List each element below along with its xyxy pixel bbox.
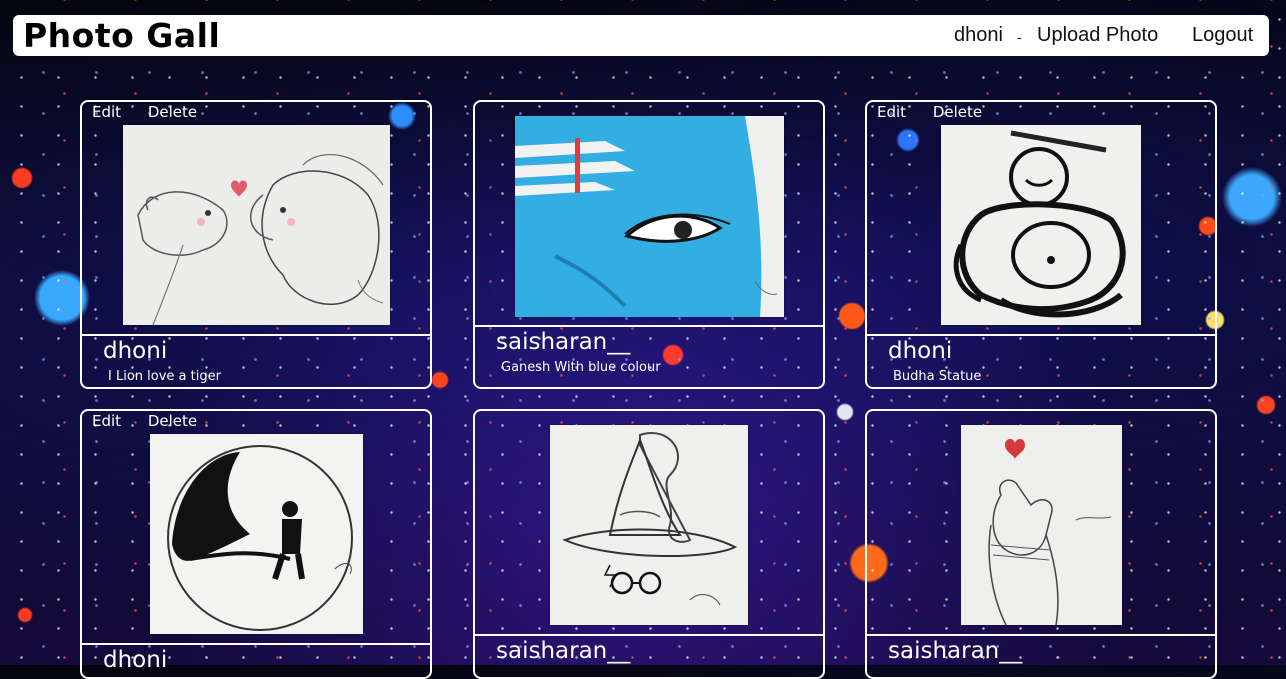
lion-sketch-drawing [123,125,390,325]
card-owner[interactable]: saisharan__ [496,329,630,355]
card-owner[interactable]: dhoni [888,338,952,364]
photo-card: saisharan__ Ganesh With blue colour [473,100,825,389]
finger-heart-drawing [961,425,1122,625]
sorting-hat-sketch-icon[interactable] [550,425,748,625]
edit-button[interactable]: Edit [92,103,121,121]
card-actions: Edit Delete [92,412,219,431]
blue-ganesh-painting-icon[interactable] [515,116,784,317]
card-footer: dhoni Budha Statue [867,334,1215,387]
nav-username[interactable]: dhoni [954,15,1003,55]
photo-card: saisharan__ [865,409,1217,679]
card-actions: Edit Delete [92,103,219,122]
delete-button[interactable]: Delete [148,412,197,430]
edit-button[interactable]: Edit [92,412,121,430]
buddha-sketch-drawing [941,125,1141,325]
card-footer: saisharan__ [867,634,1215,677]
moon-silhouette-drawing [150,434,363,634]
card-caption: Ganesh With blue colour [501,360,661,375]
sorting-hat-drawing [550,425,748,625]
card-owner[interactable]: saisharan__ [888,638,1022,664]
card-caption: I Lion love a tiger [108,369,221,384]
delete-button[interactable]: Delete [933,103,982,121]
nav-separator: - [1017,29,1022,45]
card-footer: dhoni [82,643,430,677]
logout-link[interactable]: Logout [1192,15,1253,55]
photo-card: Edit Delete dhoni I Lion love a tiger [80,100,432,389]
card-owner[interactable]: saisharan__ [496,638,630,664]
finger-heart-sketch-icon[interactable] [961,425,1122,625]
moon-silhouette-sketch-icon[interactable] [150,434,363,634]
edit-button[interactable]: Edit [877,103,906,121]
brand-title[interactable]: Photo Gall [23,15,220,56]
photo-card: saisharan__ [473,409,825,679]
lion-sketch-icon[interactable] [123,125,390,325]
card-footer: saisharan__ [475,634,823,677]
photo-card: Edit Delete dhoni [80,409,432,679]
upload-photo-link[interactable]: Upload Photo [1037,15,1158,55]
navbar: Photo Gall dhoni - Upload Photo Logout [13,15,1269,56]
card-owner[interactable]: dhoni [103,338,167,364]
buddha-sketch-icon[interactable] [941,125,1141,325]
card-footer: saisharan__ Ganesh With blue colour [475,325,823,387]
card-footer: dhoni I Lion love a tiger [82,334,430,387]
card-caption: Budha Statue [893,369,982,384]
photo-card: Edit Delete dhoni Budha Statue [865,100,1217,389]
delete-button[interactable]: Delete [148,103,197,121]
ganesh-painting-drawing [515,116,784,317]
card-actions: Edit Delete [877,103,1004,122]
card-owner[interactable]: dhoni [103,647,167,673]
